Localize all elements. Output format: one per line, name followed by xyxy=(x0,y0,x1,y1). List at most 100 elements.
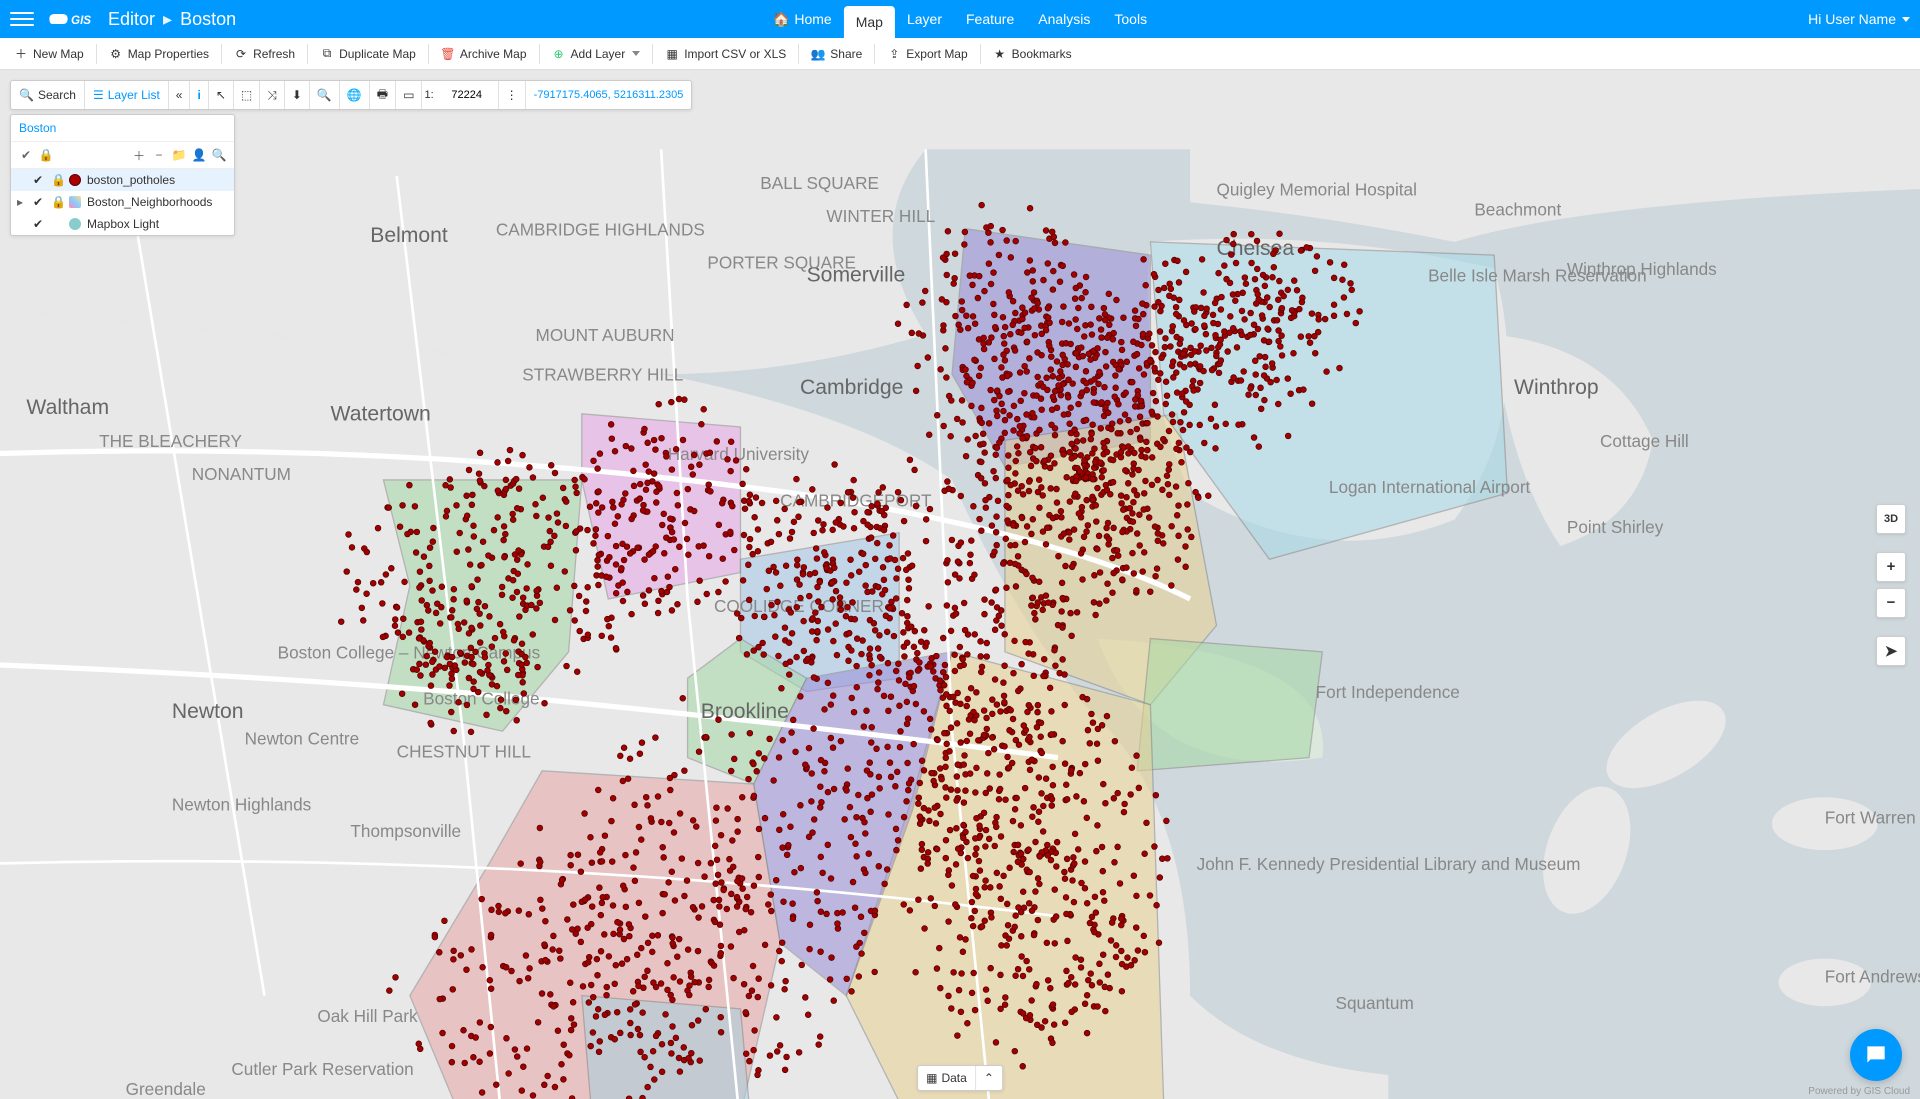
nav-layer[interactable]: Layer xyxy=(895,0,954,38)
layer-folder[interactable]: 📁 xyxy=(170,146,188,164)
scale-input-wrap: 1: xyxy=(422,81,498,109)
footer-attribution: Powered by GIS Cloud xyxy=(1808,1086,1910,1097)
layer-remove[interactable]: − xyxy=(150,146,168,164)
nav-analysis[interactable]: Analysis xyxy=(1026,0,1102,38)
layer-swatch xyxy=(69,218,81,230)
svg-text:Belmont: Belmont xyxy=(370,224,448,247)
svg-text:Greendale: Greendale xyxy=(126,1079,206,1099)
ruler-icon: ▭ xyxy=(403,88,414,102)
pointer-icon: ↖ xyxy=(216,88,226,102)
visibility-toggle[interactable]: ✔ xyxy=(33,217,45,231)
locate-button[interactable]: ➤ xyxy=(1876,636,1906,666)
zoom-out-button[interactable]: − xyxy=(1876,588,1906,618)
list-icon: ☰ xyxy=(93,88,104,102)
layer-list-button[interactable]: ☰Layer List xyxy=(85,81,169,109)
search-icon: 🔍 xyxy=(19,88,34,102)
duplicate-map-button[interactable]: ⧉Duplicate Map xyxy=(312,43,424,65)
plus-circle-icon: ⊕ xyxy=(552,47,566,61)
svg-text:Newton: Newton xyxy=(172,700,244,723)
print-icon: 🖶 xyxy=(377,85,388,106)
layer-row[interactable]: ✔Mapbox Light xyxy=(11,213,234,235)
layer-lock-all[interactable]: 🔒 xyxy=(37,146,55,164)
svg-text:Brookline: Brookline xyxy=(701,700,789,723)
visibility-toggle[interactable]: ✔ xyxy=(33,173,45,187)
svg-text:STRAWBERRY HILL: STRAWBERRY HILL xyxy=(522,365,683,385)
refresh-button[interactable]: ⟳Refresh xyxy=(226,43,303,65)
info-icon: i xyxy=(197,88,200,102)
locate-icon: ➤ xyxy=(1885,642,1898,660)
layer-panel: Boston ✔ 🔒 ＋ − 📁 👤 🔍 ✔🔒boston_potholes▸✔… xyxy=(10,114,235,236)
logo[interactable]: GIS xyxy=(46,7,96,31)
pointer-tool[interactable]: ↖ xyxy=(209,81,234,109)
more-tools[interactable]: ⋮ xyxy=(499,81,526,109)
svg-text:WINTER HILL: WINTER HILL xyxy=(826,206,935,226)
svg-text:Beachmont: Beachmont xyxy=(1474,199,1561,219)
svg-text:Fort Independence: Fort Independence xyxy=(1316,682,1460,702)
search-button[interactable]: 🔍Search xyxy=(11,81,85,109)
svg-text:Quigley Memorial Hospital: Quigley Memorial Hospital xyxy=(1217,180,1417,200)
archive-icon: 🗑 xyxy=(441,47,455,61)
layer-name: boston_potholes xyxy=(87,173,175,187)
import-csv-or-xls-button[interactable]: ▦Import CSV or XLS xyxy=(657,43,794,65)
layer-user[interactable]: 👤 xyxy=(190,146,208,164)
zoom-in-button[interactable]: + xyxy=(1876,552,1906,582)
export-map-button[interactable]: ⇪Export Map xyxy=(879,43,975,65)
data-grid-button[interactable]: ▦Data xyxy=(918,1066,976,1090)
lock-icon[interactable]: 🔒 xyxy=(51,173,63,187)
svg-text:GIS: GIS xyxy=(71,14,91,27)
nav-home[interactable]: 🏠Home xyxy=(761,0,844,38)
svg-text:Fort Warren: Fort Warren xyxy=(1825,808,1916,828)
breadcrumb: Editor ▸ Boston xyxy=(108,9,236,30)
scale-input[interactable] xyxy=(438,82,496,108)
chat-button[interactable] xyxy=(1850,1029,1902,1081)
new-map-button[interactable]: ＋New Map xyxy=(6,43,92,65)
bottom-expand[interactable]: ⌃ xyxy=(976,1066,1002,1090)
measure-tool[interactable]: ▭ xyxy=(396,81,422,109)
top-bar: GIS Editor ▸ Boston 🏠HomeMapLayerFeature… xyxy=(0,0,1920,38)
globe-tool[interactable]: 🌐 xyxy=(340,81,370,109)
zoom-out-icon: 🔍 xyxy=(317,88,332,102)
collapse-button[interactable]: « xyxy=(169,81,191,109)
marker-tool[interactable]: ⬇ xyxy=(285,81,310,109)
globe-icon: 🌐 xyxy=(347,88,362,102)
svg-text:Point Shirley: Point Shirley xyxy=(1567,517,1664,537)
layer-add[interactable]: ＋ xyxy=(130,146,148,164)
lock-icon[interactable]: 🔒 xyxy=(51,195,63,209)
svg-text:Squantum: Squantum xyxy=(1336,993,1414,1013)
svg-text:Fort Andrews: Fort Andrews xyxy=(1825,966,1920,986)
archive-map-button[interactable]: 🗑Archive Map xyxy=(433,43,535,65)
add-layer-button[interactable]: ⊕Add Layer xyxy=(544,43,649,65)
layer-row[interactable]: ✔ 🔒 boston_potholes xyxy=(11,169,234,191)
gear-icon: ⚙ xyxy=(109,47,123,61)
nav-tools[interactable]: Tools xyxy=(1102,0,1159,38)
nav-feature[interactable]: Feature xyxy=(954,0,1026,38)
bookmarks-button[interactable]: ★Bookmarks xyxy=(985,43,1080,65)
map-properties-button[interactable]: ⚙Map Properties xyxy=(101,43,217,65)
dots-icon: ⋮ xyxy=(506,88,518,102)
nav-map[interactable]: Map xyxy=(844,6,895,38)
svg-text:Newton Centre: Newton Centre xyxy=(245,728,360,748)
user-menu[interactable]: Hi User Name xyxy=(1808,11,1910,27)
basemap: BelmontSomervilleChelseaWinthropCambridg… xyxy=(0,70,1920,1099)
print-tool[interactable]: 🖶 xyxy=(370,81,396,109)
zoom-out-tool[interactable]: 🔍 xyxy=(310,81,340,109)
breadcrumb-map-name[interactable]: Boston xyxy=(180,9,236,30)
svg-text:PORTER SQUARE: PORTER SQUARE xyxy=(707,252,856,272)
svg-text:Watertown: Watertown xyxy=(331,402,431,425)
chevron-left-icon: « xyxy=(176,88,183,102)
layer-zoom[interactable]: 🔍 xyxy=(210,146,228,164)
visibility-toggle[interactable]: ✔ xyxy=(33,195,45,209)
breadcrumb-editor[interactable]: Editor xyxy=(108,9,155,30)
svg-text:CHESTNUT HILL: CHESTNUT HILL xyxy=(397,742,531,762)
map-canvas[interactable]: BelmontSomervilleChelseaWinthropCambridg… xyxy=(0,70,1920,1099)
select-rect-tool[interactable]: ⬚ xyxy=(234,81,260,109)
pan-tool[interactable]: ⤨ xyxy=(260,81,285,109)
3d-toggle[interactable]: 3D xyxy=(1876,504,1906,534)
menu-icon[interactable] xyxy=(10,7,34,31)
layer-visible-all[interactable]: ✔ xyxy=(17,146,35,164)
svg-text:Cambridge: Cambridge xyxy=(800,376,903,399)
info-button[interactable]: i xyxy=(190,81,208,109)
select-rect-icon: ⬚ xyxy=(241,88,252,102)
share-button[interactable]: 👥Share xyxy=(803,43,870,65)
layer-row[interactable]: ▸✔🔒Boston_Neighborhoods xyxy=(11,191,234,213)
